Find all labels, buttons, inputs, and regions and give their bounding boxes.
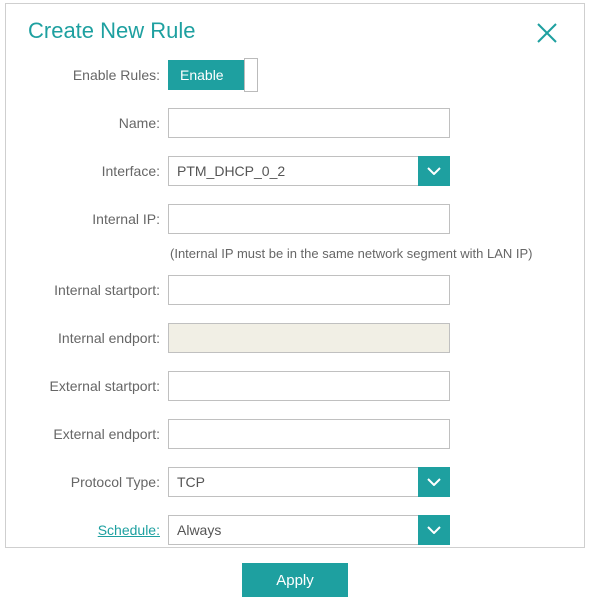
row-external-endport: External endport: <box>6 419 584 449</box>
internal-endport-input <box>168 323 450 353</box>
label-internal-ip: Internal IP: <box>6 211 168 227</box>
enable-toggle[interactable]: Enable <box>168 60 252 90</box>
row-interface: Interface: <box>6 156 584 186</box>
label-enable-rules: Enable Rules: <box>6 67 168 83</box>
schedule-dropdown-arrow[interactable] <box>418 515 450 545</box>
internal-startport-input[interactable] <box>168 275 450 305</box>
interface-dropdown-arrow[interactable] <box>418 156 450 186</box>
close-icon <box>536 22 558 44</box>
label-name: Name: <box>6 115 168 131</box>
external-startport-input[interactable] <box>168 371 450 401</box>
external-endport-input[interactable] <box>168 419 450 449</box>
internal-ip-helper: (Internal IP must be in the same network… <box>168 246 584 261</box>
schedule-select[interactable] <box>168 515 450 545</box>
modal-header: Create New Rule <box>6 4 584 56</box>
label-internal-startport: Internal startport: <box>6 282 168 298</box>
row-internal-endport: Internal endport: <box>6 323 584 353</box>
protocol-type-select[interactable] <box>168 467 450 497</box>
row-enable-rules: Enable Rules: Enable <box>6 60 584 90</box>
row-internal-ip-helper: . (Internal IP must be in the same netwo… <box>6 242 584 261</box>
row-internal-startport: Internal startport: <box>6 275 584 305</box>
protocol-dropdown-arrow[interactable] <box>418 467 450 497</box>
row-protocol-type: Protocol Type: <box>6 467 584 497</box>
row-external-startport: External startport: <box>6 371 584 401</box>
label-external-startport: External startport: <box>6 378 168 394</box>
interface-value[interactable] <box>168 156 450 186</box>
close-button[interactable] <box>532 18 562 48</box>
label-protocol-type: Protocol Type: <box>6 474 168 490</box>
internal-ip-input[interactable] <box>168 204 450 234</box>
toggle-handle[interactable] <box>244 58 258 92</box>
row-schedule: Schedule: <box>6 515 584 545</box>
label-external-endport: External endport: <box>6 426 168 442</box>
label-internal-endport: Internal endport: <box>6 330 168 346</box>
enable-toggle-text: Enable <box>180 67 224 83</box>
interface-select[interactable] <box>168 156 450 186</box>
row-internal-ip: Internal IP: <box>6 204 584 234</box>
name-input[interactable] <box>168 108 450 138</box>
protocol-type-value[interactable] <box>168 467 450 497</box>
create-rule-modal: Create New Rule Enable Rules: Enable Nam… <box>5 3 585 548</box>
form: Enable Rules: Enable Name: Interface: <box>6 56 584 597</box>
chevron-down-icon <box>427 478 441 486</box>
apply-button[interactable]: Apply <box>242 563 348 597</box>
chevron-down-icon <box>427 526 441 534</box>
row-name: Name: <box>6 108 584 138</box>
chevron-down-icon <box>427 167 441 175</box>
schedule-value[interactable] <box>168 515 450 545</box>
label-interface: Interface: <box>6 163 168 179</box>
label-schedule-link[interactable]: Schedule: <box>6 522 168 538</box>
row-apply: Apply <box>6 563 584 597</box>
modal-title: Create New Rule <box>28 18 196 44</box>
